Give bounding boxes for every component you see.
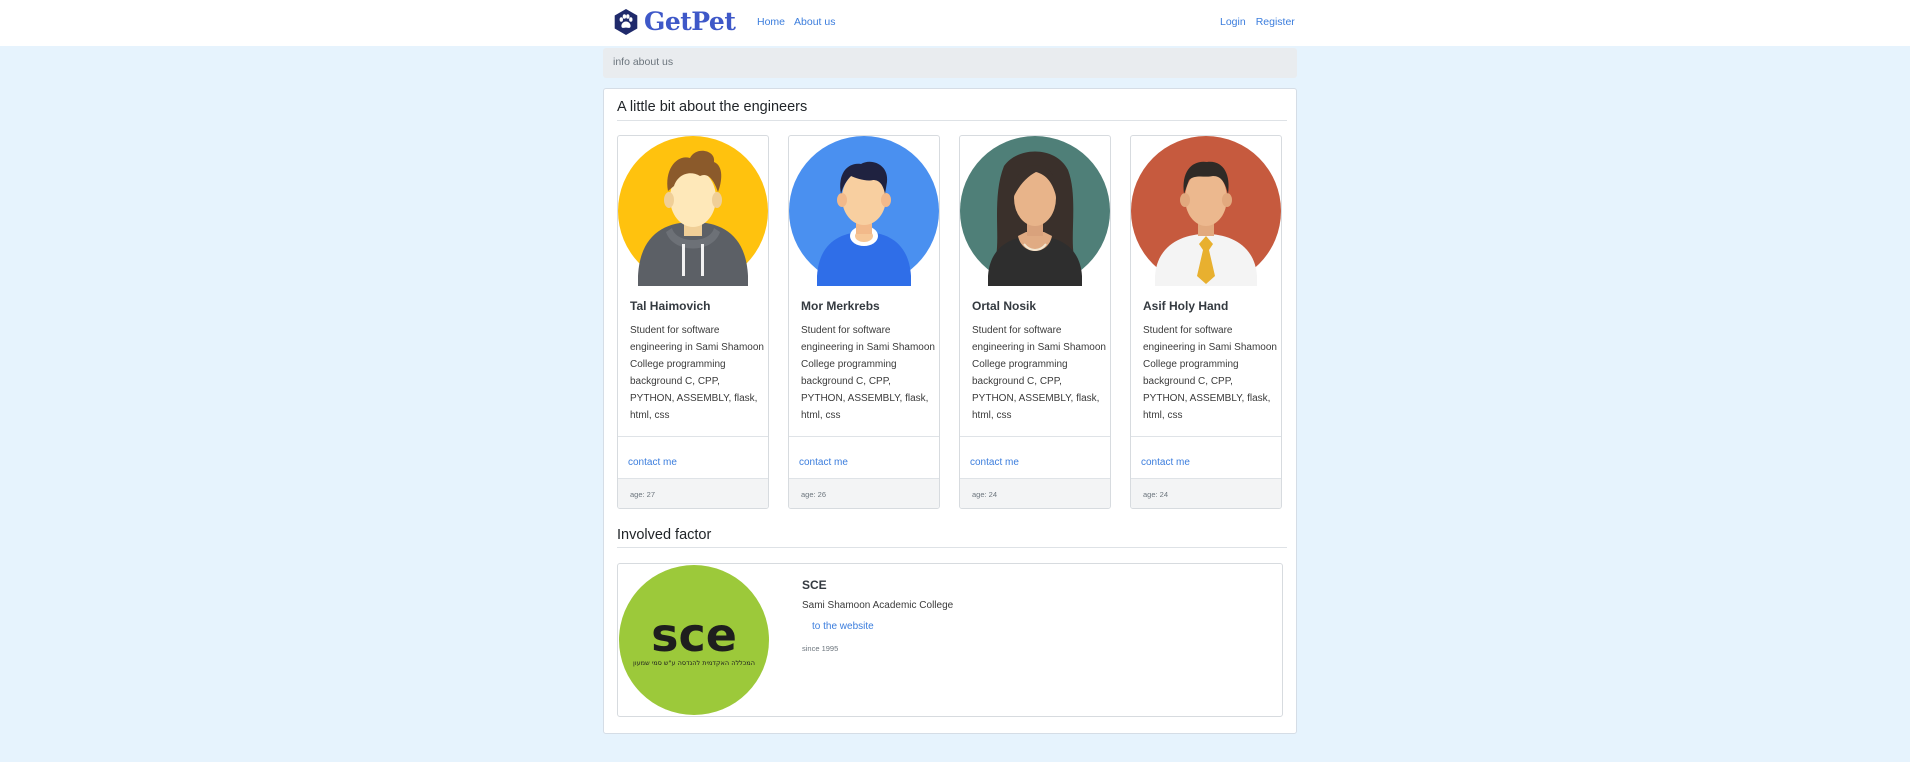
engineer-age: age: 24 (972, 490, 998, 499)
engineer-card: Asif Holy Hand Student for software engi… (1130, 135, 1282, 509)
main-nav: Home About us (757, 16, 835, 28)
org-name: SCE (802, 578, 827, 592)
top-navbar: GetPet Home About us Login Register (0, 0, 1910, 46)
avatar (1131, 136, 1281, 286)
contact-section: contact me (960, 436, 1110, 470)
org-description: Sami Shamoon Academic College (802, 600, 954, 611)
engineer-description: Student for software engineering in Sami… (630, 325, 764, 421)
engineer-card: Ortal Nosik Student for software enginee… (959, 135, 1111, 509)
avatar (789, 136, 939, 286)
engineer-name: Mor Merkrebs (801, 299, 880, 313)
contact-me-link[interactable]: contact me (799, 457, 848, 468)
engineer-name: Asif Holy Hand (1143, 299, 1229, 313)
engineer-name: Tal Haimovich (630, 299, 711, 313)
about-card: A little bit about the engineers Tal Hai… (603, 88, 1297, 734)
section-divider (617, 547, 1287, 548)
contact-section: contact me (789, 436, 939, 470)
card-footer: age: 24 (960, 478, 1110, 508)
login-link[interactable]: Login (1220, 16, 1246, 28)
card-footer: age: 26 (789, 478, 939, 508)
engineer-name: Ortal Nosik (972, 299, 1037, 313)
engineer-age: age: 26 (801, 490, 827, 499)
paw-icon (614, 9, 638, 35)
nav-home-link[interactable]: Home (757, 16, 785, 28)
engineer-description: Student for software engineering in Sami… (1143, 325, 1277, 421)
contact-me-link[interactable]: contact me (1141, 457, 1190, 468)
engineer-description: Student for software engineering in Sami… (972, 325, 1106, 421)
card-footer: age: 27 (618, 478, 768, 508)
section-divider (617, 120, 1287, 121)
logo-subtext: המכללה האקדמית להנדסה ע"ש סמי שמעון (633, 659, 755, 667)
sce-logo: sce המכללה האקדמית להנדסה ע"ש סמי שמעון (619, 565, 769, 715)
info-breadcrumb: info about us (603, 48, 1297, 78)
engineer-description: Student for software engineering in Sami… (801, 325, 935, 421)
card-footer: age: 24 (1131, 478, 1281, 508)
org-since: since 1995 (802, 644, 839, 653)
contact-me-link[interactable]: contact me (628, 457, 677, 468)
brand-name: GetPet (644, 7, 736, 36)
engineer-age: age: 27 (630, 490, 656, 499)
contact-section: contact me (1131, 436, 1281, 470)
contact-me-link[interactable]: contact me (970, 457, 1019, 468)
engineer-age: age: 24 (1143, 490, 1169, 499)
auth-nav: Login Register (1220, 16, 1295, 28)
register-link[interactable]: Register (1256, 16, 1295, 28)
engineer-card: Mor Merkrebs Student for software engine… (788, 135, 940, 509)
engineer-card: Tal Haimovich Student for software engin… (617, 135, 769, 509)
avatar (618, 136, 768, 286)
website-link[interactable]: to the website (812, 621, 874, 632)
engineers-section-title: A little bit about the engineers (617, 99, 808, 115)
factor-section-title: Involved factor (617, 527, 712, 543)
logo-text: sce (651, 608, 737, 662)
org-card: sce המכללה האקדמית להנדסה ע"ש סמי שמעון … (617, 563, 1283, 717)
avatar (960, 136, 1110, 286)
contact-section: contact me (618, 436, 768, 470)
brand-logo-link[interactable]: GetPet (612, 7, 736, 36)
nav-about-link[interactable]: About us (794, 16, 835, 28)
